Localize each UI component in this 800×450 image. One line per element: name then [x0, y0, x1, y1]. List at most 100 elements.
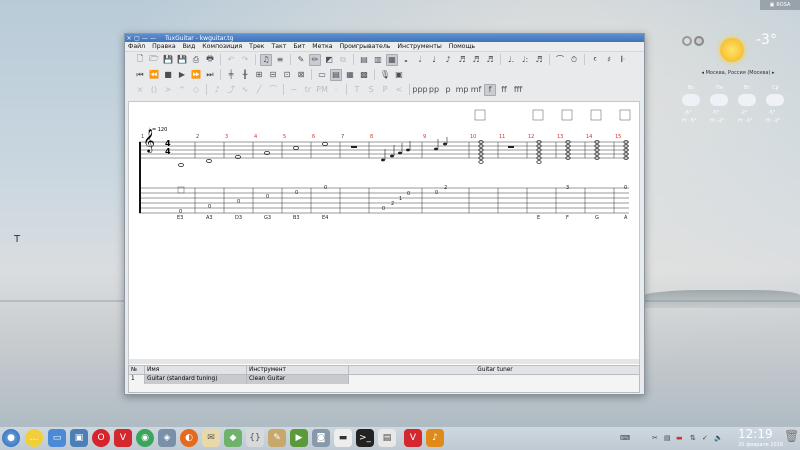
multitrack-icon[interactable]: ▦	[386, 53, 398, 66]
hammer-icon[interactable]: ⌒	[267, 84, 279, 96]
minimize-icon[interactable]: —	[141, 35, 149, 42]
insert-icon[interactable]: ⊞	[253, 69, 265, 81]
opera-icon[interactable]: O	[92, 429, 110, 447]
page-view-icon[interactable]: ▭	[316, 69, 328, 81]
last-icon[interactable]: ⏭	[204, 69, 216, 81]
eighth-note-icon[interactable]: ♪	[442, 54, 454, 66]
terminal-white-icon[interactable]: ▬	[334, 429, 352, 447]
app-menu-icon[interactable]: ●	[2, 429, 20, 447]
horizontal-scrollbar[interactable]	[129, 359, 639, 364]
score-enabled-icon[interactable]: ▤	[330, 68, 342, 81]
tempo-icon[interactable]: ⏱	[568, 54, 580, 66]
table-row[interactable]: 1 Guitar (standard tuning) Clean Guitar	[129, 375, 639, 384]
dynamic-p-icon[interactable]: p	[442, 84, 454, 96]
ghost-note-icon[interactable]: ()	[148, 84, 160, 96]
dotted-icon[interactable]: ♩.	[505, 54, 517, 66]
remove-measure-icon[interactable]: ╫	[239, 69, 251, 81]
fade-in-icon[interactable]: <	[393, 84, 405, 96]
accentuated-icon[interactable]: >	[162, 84, 174, 96]
menu-measure[interactable]: Такт	[271, 43, 286, 50]
first-icon[interactable]: ⏮	[134, 69, 146, 81]
heavy-accent-icon[interactable]: ^	[176, 84, 188, 96]
new-file-icon[interactable]: 🗋	[134, 54, 146, 66]
title-bar[interactable]: × ▢ — — TuxGuitar - kwguitar.tg	[125, 34, 644, 42]
dynamic-fff-icon[interactable]: fff	[512, 84, 524, 96]
popping-icon[interactable]: P	[379, 84, 391, 96]
dynamic-mf-icon[interactable]: mf	[470, 84, 482, 96]
save-icon[interactable]: 💾	[162, 54, 174, 66]
chrome-icon[interactable]: ◉	[136, 429, 154, 447]
clipboard-icon[interactable]: ▤	[664, 434, 671, 442]
maximize-icon[interactable]: ▢	[133, 35, 141, 42]
sixteenth-note-icon[interactable]: ♬	[456, 54, 468, 66]
menu-tools[interactable]: Инструменты	[397, 43, 441, 50]
copy-icon[interactable]: ⧉	[337, 54, 349, 66]
menu-edit[interactable]: Правка	[152, 43, 176, 50]
dynamic-ff-icon[interactable]: ff	[498, 84, 510, 96]
repeat-open-icon[interactable]: 𝄆	[617, 54, 629, 66]
eraser-icon[interactable]: ◩	[323, 54, 335, 66]
weather-refresh-icon[interactable]	[682, 36, 692, 46]
menu-track[interactable]: Трек	[249, 43, 264, 50]
weather-widget[interactable]: -3° ◂ Москва, Россия (Москва) ▸ Вс Пн Вт…	[676, 28, 800, 138]
export-icon[interactable]: ⎙	[190, 54, 202, 66]
keyboard-icon[interactable]: ⌨	[620, 434, 630, 442]
terminal-icon[interactable]: >_	[356, 429, 374, 447]
score-view-icon[interactable]: ♫	[260, 53, 272, 66]
harmonic-icon[interactable]: ◇	[190, 84, 202, 96]
menu-view[interactable]: Вид	[183, 43, 196, 50]
notes-icon[interactable]: ✎	[268, 429, 286, 447]
weather-settings-icon[interactable]	[694, 36, 704, 46]
slide-icon[interactable]: ╱	[253, 84, 265, 96]
edit-mode-icon[interactable]: ✎	[295, 54, 307, 66]
dynamic-mp-icon[interactable]: mp	[456, 84, 469, 96]
clean-icon[interactable]: ⊟	[267, 69, 279, 81]
quarter-note-icon[interactable]: ♩	[428, 54, 440, 66]
bend-icon[interactable]: ⤴	[225, 84, 237, 96]
menu-beat[interactable]: Бит	[293, 43, 305, 50]
pencil-icon[interactable]: ✏	[309, 53, 321, 66]
vivaldi-icon[interactable]: V	[114, 429, 132, 447]
column-instrument[interactable]: Инструмент	[247, 366, 349, 374]
chat-icon[interactable]: …	[25, 429, 43, 447]
chord-icon[interactable]: ▦	[344, 69, 356, 81]
stop-icon[interactable]: ■	[162, 69, 174, 81]
game-icon[interactable]: ◆	[224, 429, 242, 447]
dynamic-ppp-icon[interactable]: ppp	[412, 84, 427, 96]
double-dotted-icon[interactable]: ♩:	[519, 54, 531, 66]
time-signature-icon[interactable]: 𝄴	[589, 54, 601, 66]
previous-icon[interactable]: ⏪	[148, 69, 160, 81]
clock[interactable]: 12:19	[738, 427, 773, 441]
firefox-icon[interactable]: ◐	[180, 429, 198, 447]
tuplet-icon[interactable]: ♬	[533, 54, 545, 66]
menu-file[interactable]: Файл	[128, 43, 145, 50]
play-icon[interactable]: ▶	[176, 69, 188, 81]
dynamic-f-icon[interactable]: f	[484, 83, 496, 96]
paste-measure-icon[interactable]: ⊠	[295, 69, 307, 81]
tuxguitar-icon[interactable]: ♪	[426, 429, 444, 447]
layout-linear-icon[interactable]: ▥	[372, 54, 384, 66]
transport-icon[interactable]: 🎙	[379, 69, 391, 81]
menu-help[interactable]: Помощь	[449, 43, 475, 50]
track-timeline[interactable]	[349, 375, 639, 384]
volume-icon[interactable]: 🔈	[714, 434, 723, 442]
64th-note-icon[interactable]: ♬	[484, 54, 496, 66]
mail-icon[interactable]: ✉	[202, 429, 220, 447]
vivaldi-running-icon[interactable]: V	[404, 429, 422, 447]
menu-composition[interactable]: Композиция	[202, 43, 242, 50]
tremolo-bar-icon[interactable]: ∿	[239, 84, 251, 96]
network-icon[interactable]: ◈	[158, 429, 176, 447]
menu-player[interactable]: Проигрыватель	[340, 43, 391, 50]
tab-view-icon[interactable]: ≡	[274, 54, 286, 66]
key-signature-icon[interactable]: ♯	[603, 54, 615, 66]
prev-location-icon[interactable]: ◂	[701, 70, 704, 76]
text-editor-icon[interactable]: {}	[246, 429, 264, 447]
grace-icon[interactable]: ♪	[211, 84, 223, 96]
add-measure-icon[interactable]: ╪	[225, 69, 237, 81]
instruments-icon[interactable]: ▩	[358, 69, 370, 81]
redo-icon[interactable]: ↷	[239, 54, 251, 66]
copy-measure-icon[interactable]: ⊡	[281, 69, 293, 81]
screenshot-icon[interactable]: ◙	[312, 429, 330, 447]
shade-icon[interactable]: —	[149, 35, 157, 42]
tie-icon[interactable]: ⌒	[554, 54, 566, 66]
